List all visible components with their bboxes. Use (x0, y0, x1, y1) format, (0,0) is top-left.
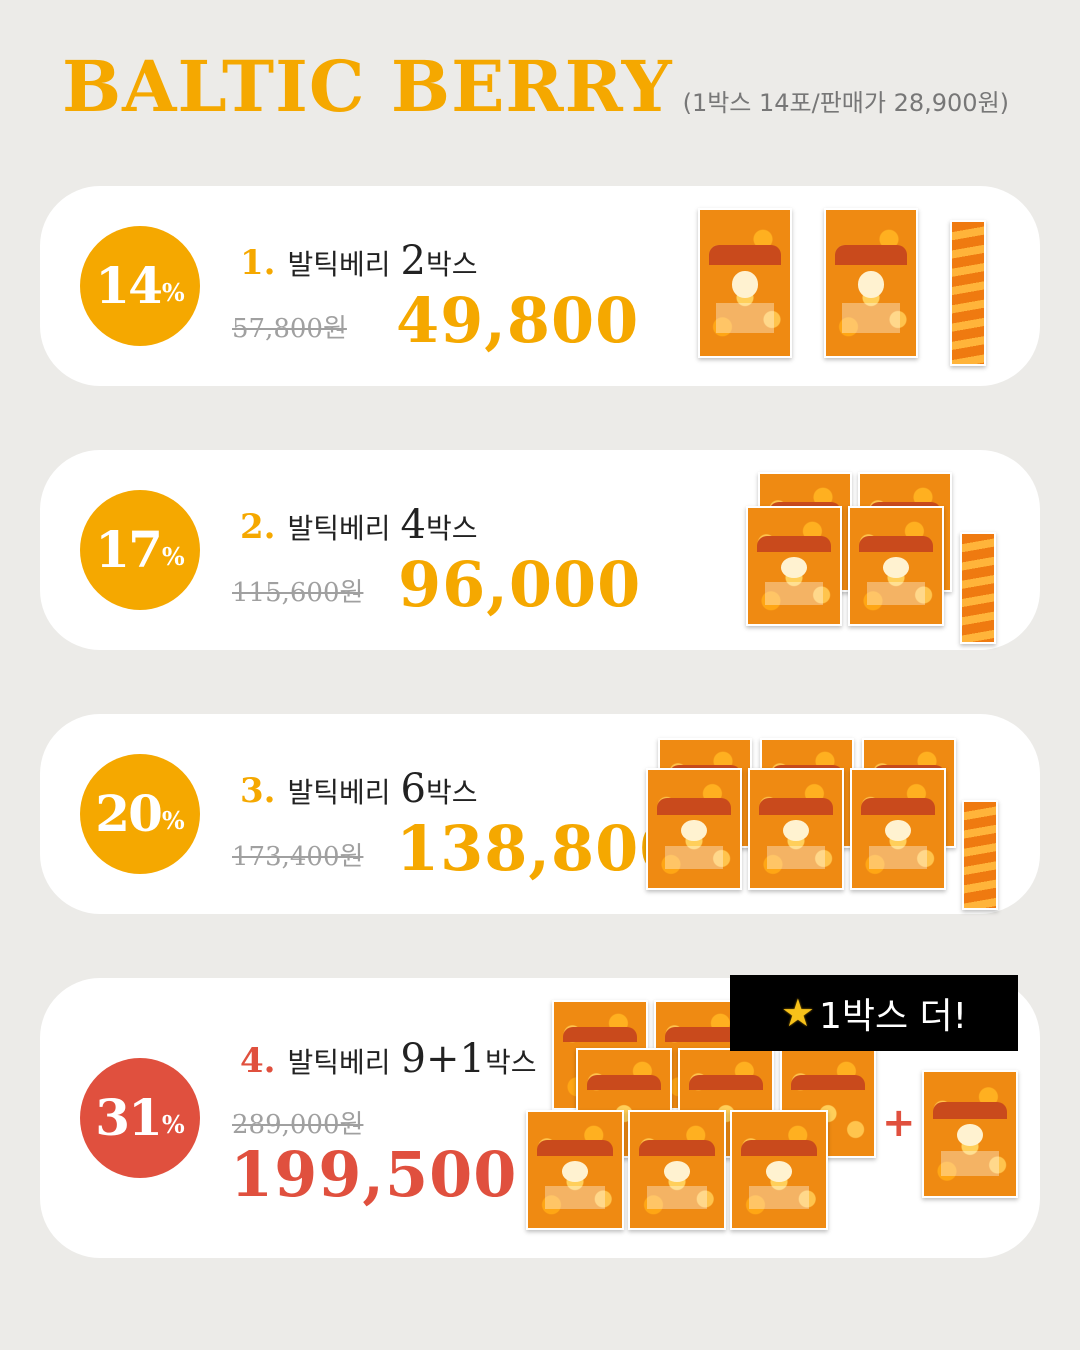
price-info-subtitle: (1박스 14포/판매가 28,900원) (682, 89, 1010, 117)
percent-sign: % (161, 542, 185, 571)
box-unit: 박스 (426, 512, 478, 545)
offer-index: 2. (240, 507, 276, 547)
original-price: 57,800원 (232, 314, 347, 344)
box-unit: 박스 (426, 776, 478, 809)
percent-sign: % (161, 278, 185, 307)
offer-card-1[interactable]: 14% 1. 발틱베리 2 박스 57,800원 49,800 (40, 186, 1040, 386)
discount-badge: 31% (80, 1058, 200, 1178)
box-quantity: 2 (400, 238, 426, 284)
percent-sign: % (161, 806, 185, 835)
box-unit: 박스 (484, 1046, 537, 1079)
product-stick (960, 532, 996, 644)
product-box (526, 1110, 624, 1230)
bonus-label: 1박스 더! (818, 996, 968, 1037)
product-stick (962, 800, 998, 910)
discount-badge: 14% (80, 226, 200, 346)
percent-sign: % (161, 1110, 185, 1139)
original-price: 289,000원 (232, 1110, 364, 1140)
discount-badge: 17% (80, 490, 200, 610)
original-price: 115,600원 (232, 578, 364, 608)
discount-value: 17 (95, 520, 163, 579)
offer-card-2[interactable]: 17% 2. 발틱베리 4 박스 115,600원 96,000 (40, 450, 1040, 650)
product-name: 발틱베리 (287, 512, 391, 545)
sale-price: 49,800 (396, 284, 640, 357)
product-box (628, 1110, 726, 1230)
offer-index: 1. (240, 243, 276, 283)
offer-card-3[interactable]: 20% 3. 발틱베리 6 박스 173,400원 138,800 (40, 714, 1040, 914)
brand-title: BALTIC BERRY (62, 45, 673, 128)
product-name: 발틱베리 (287, 248, 391, 281)
product-box (850, 768, 946, 890)
product-stick (950, 220, 986, 366)
product-name: 발틱베리 (287, 1046, 391, 1079)
discount-value: 20 (95, 784, 163, 843)
product-box (848, 506, 944, 626)
discount-badge: 20% (80, 754, 200, 874)
sale-price: 138,800 (396, 812, 684, 885)
offer-title: 1. 발틱베리 2 박스 (240, 238, 478, 284)
product-box (646, 768, 742, 890)
discount-value: 31 (95, 1088, 163, 1147)
product-name: 발틱베리 (287, 776, 391, 809)
product-box (748, 768, 844, 890)
sale-price: 199,500 (230, 1138, 518, 1211)
offer-title: 4. 발틱베리 9+1 박스 (240, 1036, 537, 1082)
box-quantity: 9+1 (400, 1036, 485, 1082)
box-unit: 박스 (426, 248, 478, 281)
plus-sign: + (882, 1100, 916, 1146)
product-box (746, 506, 842, 626)
box-quantity: 6 (400, 766, 426, 812)
original-price: 173,400원 (232, 842, 364, 872)
offer-index: 3. (240, 771, 276, 811)
offer-index: 4. (240, 1041, 276, 1081)
offer-title: 2. 발틱베리 4 박스 (240, 502, 478, 548)
header: BALTIC BERRY (1박스 14포/판매가 28,900원) (62, 52, 1009, 122)
product-box (824, 208, 918, 358)
product-box (698, 208, 792, 358)
box-quantity: 4 (400, 502, 426, 548)
discount-value: 14 (95, 256, 163, 315)
star-icon: ★ (780, 991, 815, 1035)
bonus-product-box (922, 1070, 1018, 1198)
offer-title: 3. 발틱베리 6 박스 (240, 766, 478, 812)
bonus-tag: ★ 1박스 더! (730, 975, 1018, 1051)
sale-price: 96,000 (398, 548, 642, 621)
product-box (730, 1110, 828, 1230)
